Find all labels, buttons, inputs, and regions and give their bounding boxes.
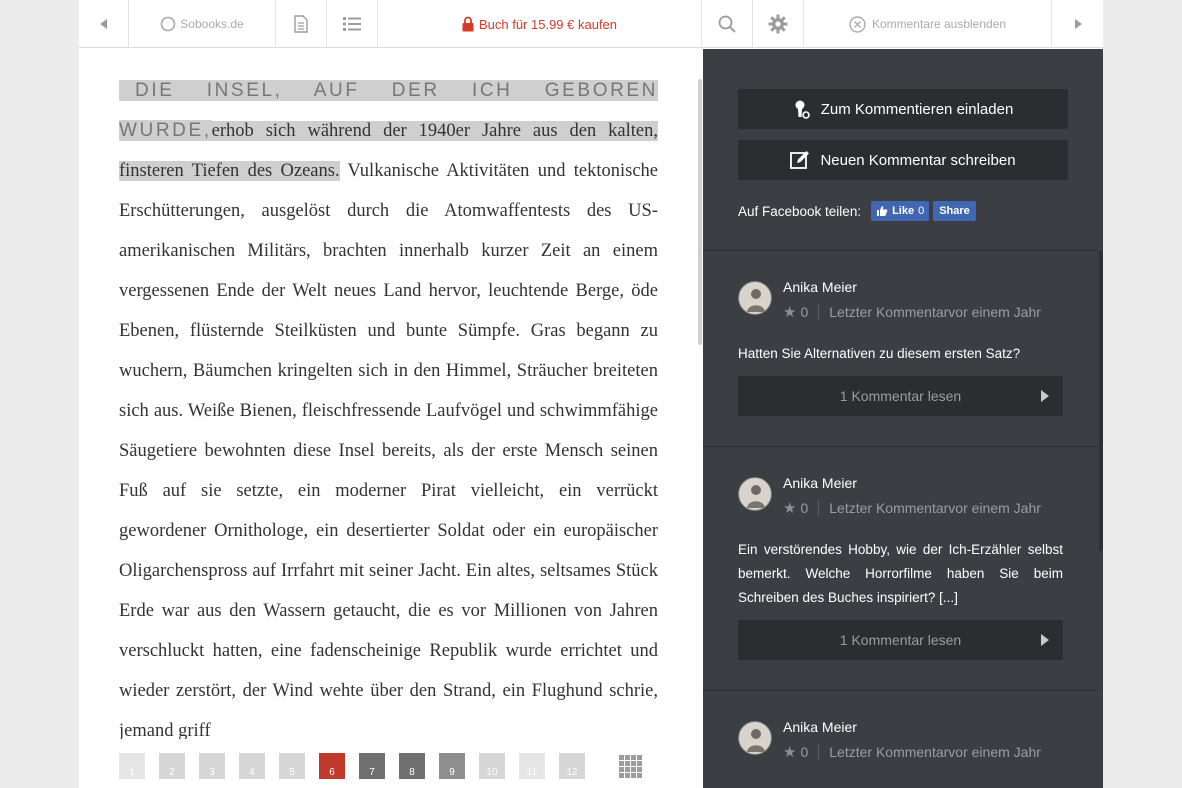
page-button-5[interactable]: 5 [279,753,305,779]
site-link[interactable]: Sobooks.de [129,0,276,48]
comment-text[interactable]: Hatten Sie Alternativen zu diesem ersten… [738,342,1063,366]
star-count: 0 [800,304,809,320]
facebook-like-count: 0 [918,205,925,217]
comment-author[interactable]: Anika Meier [783,719,857,735]
page-button-9[interactable]: 9 [439,753,465,779]
page-view-button[interactable] [276,0,327,48]
read-comments-label: 1 Kommentar lesen [839,388,962,404]
triangle-left-icon [99,19,107,29]
page-button-3[interactable]: 3 [199,753,225,779]
comments-panel: Zum Kommentieren einladen Neuen Kommenta… [703,49,1103,788]
star-icon[interactable]: ★ [783,499,796,517]
comments-scrollbar[interactable] [1099,251,1103,551]
body-text: Vulkanische Aktivitäten und tektonische … [119,161,658,739]
comment-meta: ★ 0 Letzter Kommentarvor einem Jahr [783,499,1041,517]
facebook-share-button[interactable]: Share [933,201,976,221]
star-icon[interactable]: ★ [783,303,796,321]
avatar[interactable] [738,281,772,315]
document-icon [294,15,308,33]
buy-book-label: Buch für 15.99 € kaufen [478,16,618,32]
facebook-like-label: Like [892,205,915,217]
comment-meta: ★ 0 Letzter Kommentarvor einem Jahr [783,743,1041,761]
page-button-11[interactable]: 11 [519,753,545,779]
book-paragraph: Die Insel, auf der ich geboren wurde,erh… [119,71,658,739]
comment-author[interactable]: Anika Meier [783,475,857,491]
user-portrait-icon [747,485,765,508]
site-link-label: Sobooks.de [180,17,244,31]
comment-text[interactable]: Ein verstörendes Hobby, wie der Ich-Erzä… [738,538,1063,610]
play-triangle-icon [1041,634,1049,646]
previous-button[interactable] [79,0,129,48]
divider [703,690,1098,691]
star-icon[interactable]: ★ [783,743,796,761]
book-text: Die Insel, auf der ich geboren wurde,erh… [119,71,658,739]
sobooks-logo-icon [160,16,176,32]
comment-author[interactable]: Anika Meier [783,279,857,295]
page-button-2[interactable]: 2 [159,753,185,779]
next-button[interactable] [1052,0,1103,48]
page-button-12[interactable]: 12 [559,753,585,779]
last-comment-time: Letzter Kommentarvor einem Jahr [829,500,1041,516]
facebook-share-label: Auf Facebook teilen: [738,203,862,219]
avatar[interactable] [738,721,772,755]
hide-comments-label: Kommentare ausblenden [871,17,1007,31]
thumbs-up-icon [877,206,888,216]
gear-icon [768,14,788,34]
grid-view-icon[interactable] [619,755,643,779]
avatar[interactable] [738,477,772,511]
play-triangle-icon [1041,390,1049,402]
meta-separator [818,744,820,760]
page-button-4[interactable]: 4 [239,753,265,779]
edit-icon [790,151,810,169]
read-comments-button[interactable]: 1 Kommentar lesen [738,620,1063,660]
read-comments-button[interactable]: 1 Kommentar lesen [738,376,1063,416]
page-button-8[interactable]: 8 [399,753,425,779]
invite-user-icon [795,100,810,119]
facebook-share-row: Auf Facebook teilen: Like 0 Share [738,201,976,221]
meta-separator [818,304,820,320]
invite-to-comment-label: Zum Kommentieren einladen [820,100,1014,118]
reader-app: Sobooks.de Buch für 15.99 € kaufen Komme… [79,0,1103,788]
write-comment-button[interactable]: Neuen Kommentar schreiben [738,140,1068,180]
star-count: 0 [800,500,809,516]
page-button-1[interactable]: 1 [119,753,145,779]
last-comment-time: Letzter Kommentarvor einem Jahr [829,744,1041,760]
toolbar: Sobooks.de Buch für 15.99 € kaufen Komme… [79,0,1103,48]
hide-comments-button[interactable]: Kommentare ausblenden [804,0,1052,48]
close-circle-icon [849,15,866,33]
lock-icon [462,16,474,32]
text-scrollbar[interactable] [698,79,702,345]
page-button-6[interactable]: 6 [319,753,345,779]
invite-to-comment-button[interactable]: Zum Kommentieren einladen [738,89,1068,129]
star-count: 0 [800,744,809,760]
table-of-contents-button[interactable] [327,0,378,48]
settings-button[interactable] [753,0,804,48]
page-button-7[interactable]: 7 [359,753,385,779]
read-comments-label: 1 Kommentar lesen [839,632,962,648]
list-icon [343,17,361,31]
last-comment-time: Letzter Kommentarvor einem Jahr [829,304,1041,320]
divider [703,250,1098,251]
divider [703,446,1098,447]
page-button-10[interactable]: 10 [479,753,505,779]
user-portrait-icon [747,729,765,752]
search-icon [718,15,736,33]
user-portrait-icon [747,289,765,312]
page-navigator: 1 2 3 4 5 6 7 8 9 10 11 12 [119,749,659,779]
facebook-like-button[interactable]: Like 0 [871,201,930,221]
meta-separator [818,500,820,516]
search-button[interactable] [702,0,753,48]
comment-meta: ★ 0 Letzter Kommentarvor einem Jahr [783,303,1041,321]
triangle-right-icon [1074,19,1082,29]
book-text-pane: Die Insel, auf der ich geboren wurde,erh… [79,49,703,788]
buy-book-button[interactable]: Buch für 15.99 € kaufen [378,0,702,48]
write-comment-label: Neuen Kommentar schreiben [820,151,1016,169]
